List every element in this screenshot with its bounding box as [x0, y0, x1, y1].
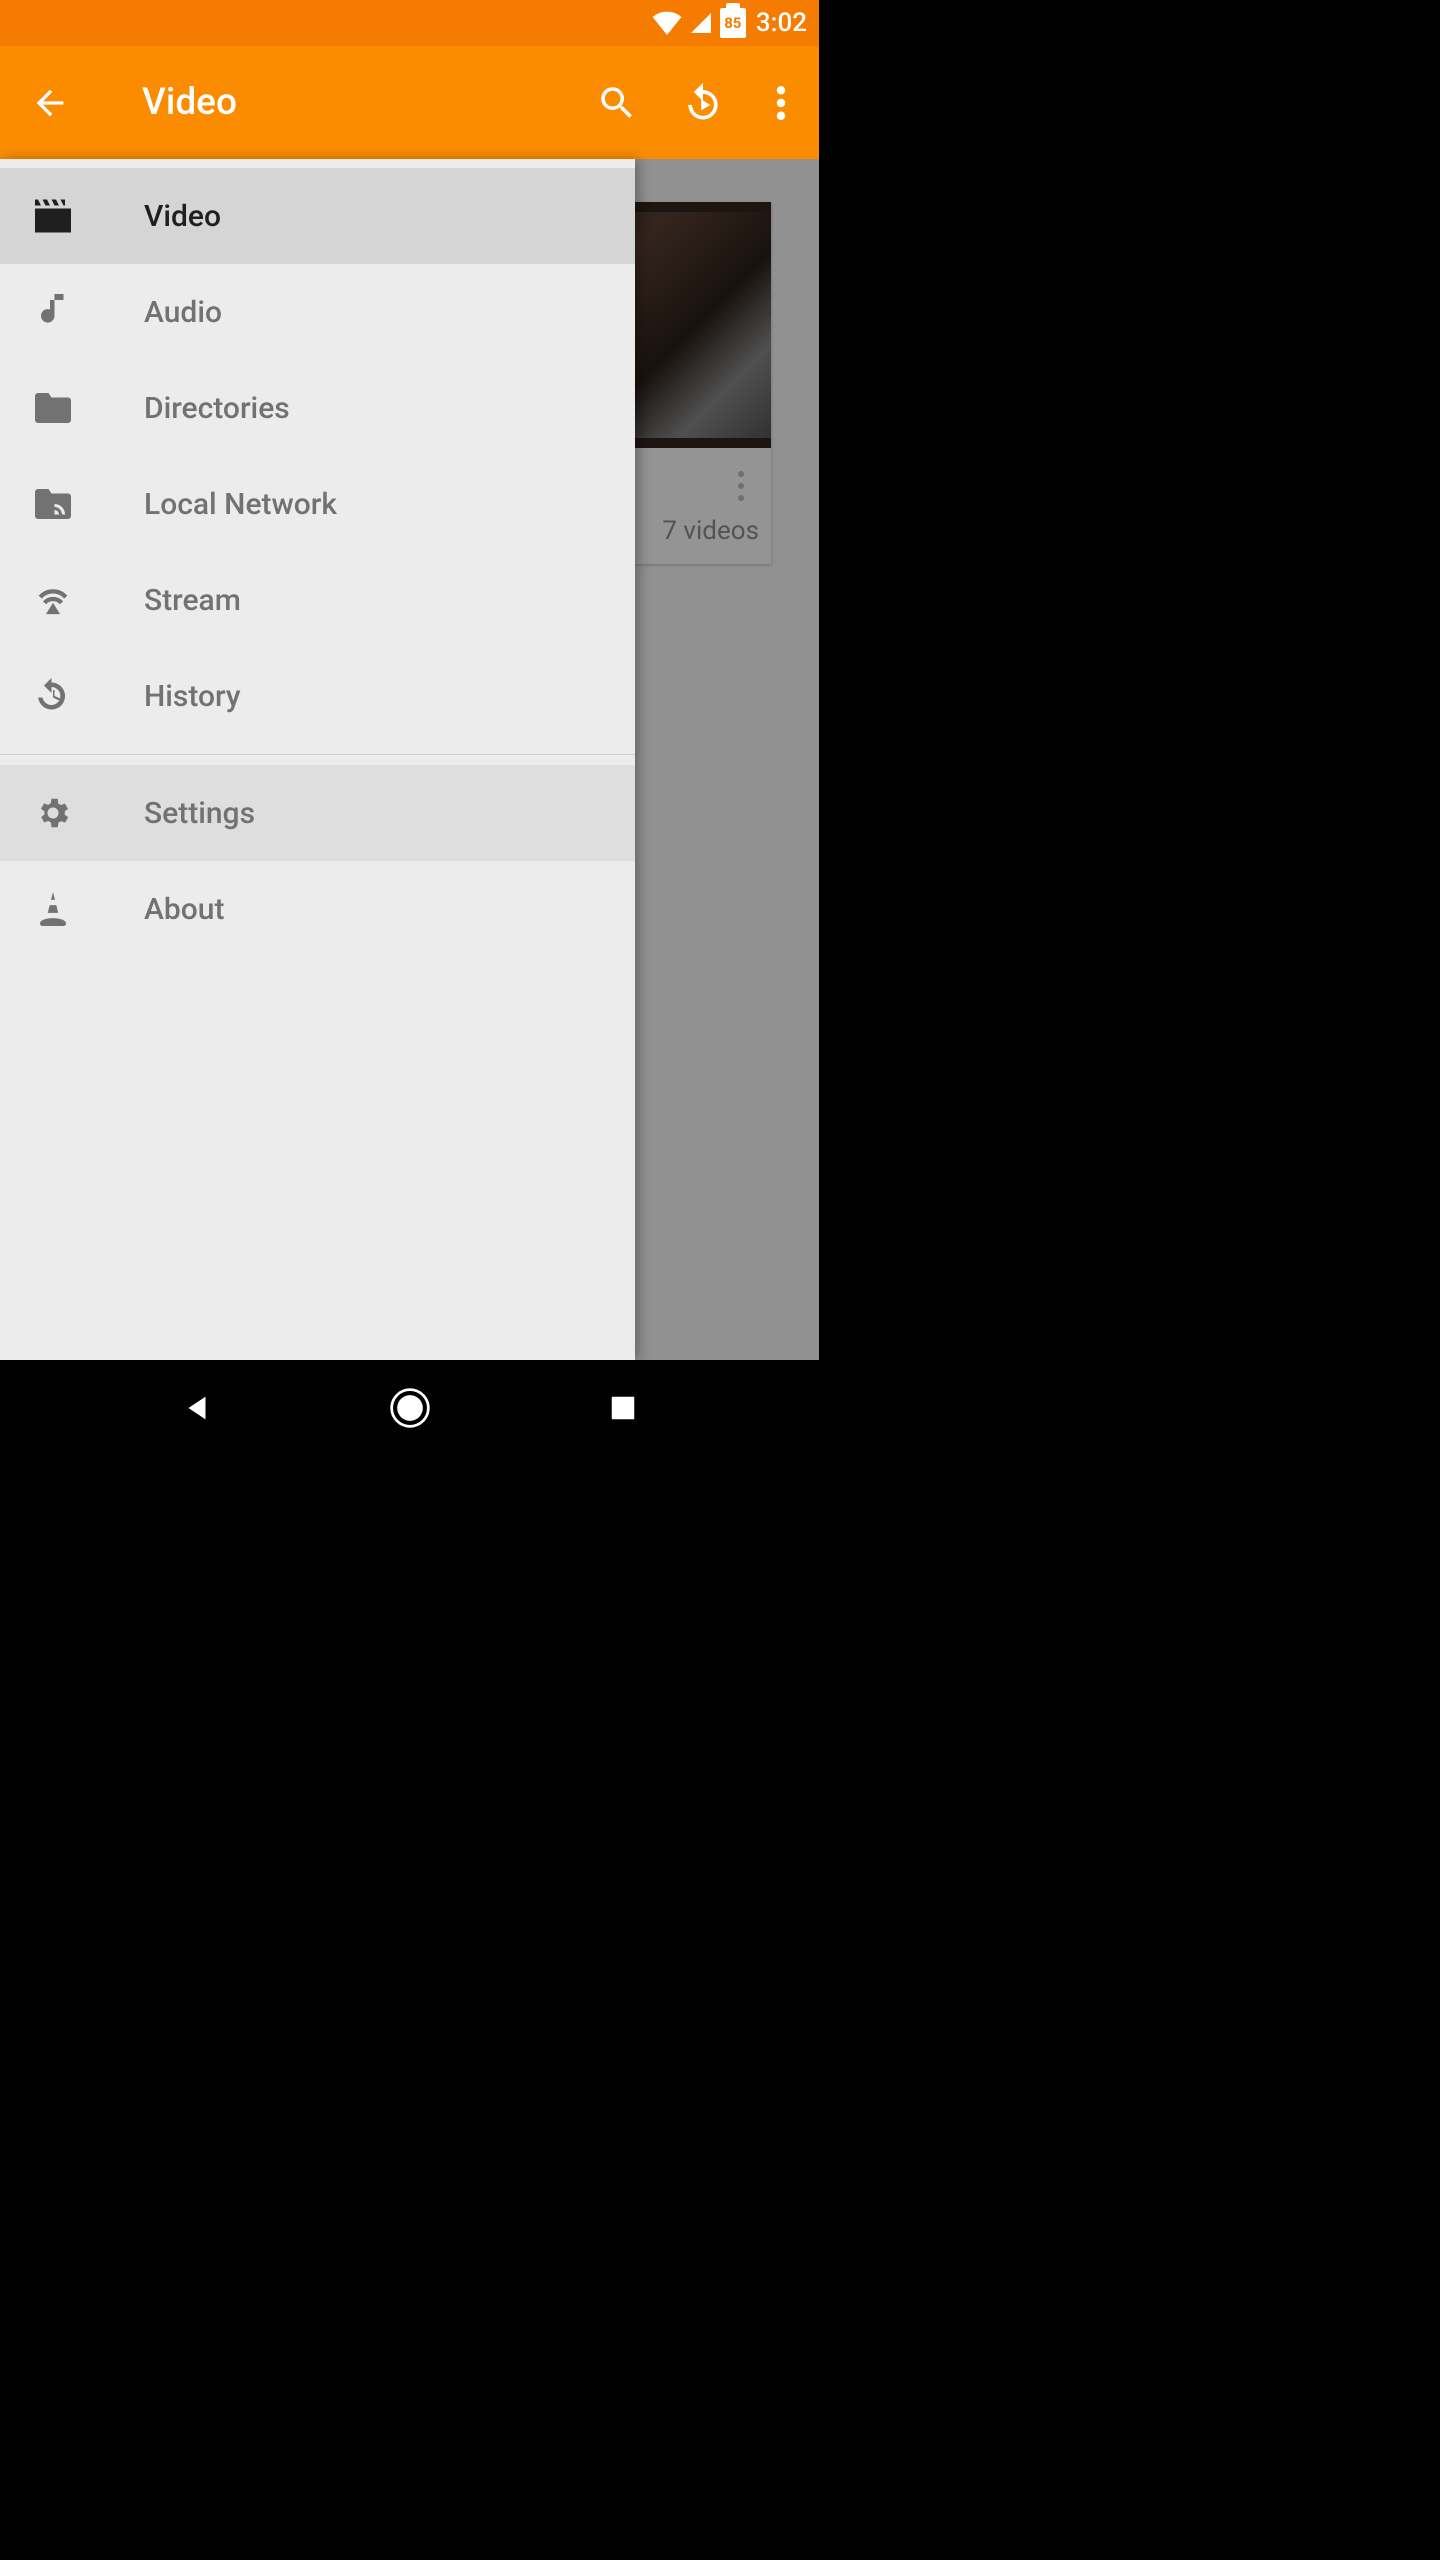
nav-item-history[interactable]: History: [0, 648, 635, 744]
search-button[interactable]: [589, 75, 645, 131]
nav-item-label: History: [144, 679, 241, 714]
wifi-icon: [652, 11, 682, 35]
nav-home[interactable]: [386, 1384, 434, 1432]
nav-back[interactable]: [173, 1384, 221, 1432]
nav-item-label: Settings: [144, 796, 255, 831]
settings-icon: [34, 794, 72, 832]
video-icon: [34, 197, 72, 235]
nav-item-about[interactable]: About: [0, 861, 635, 957]
nav-item-audio[interactable]: Audio: [0, 264, 635, 360]
nav-item-local-network[interactable]: Local Network: [0, 456, 635, 552]
battery-level: 85: [720, 8, 746, 38]
nav-item-settings[interactable]: Settings: [0, 765, 635, 861]
folder-icon: [34, 389, 72, 427]
nav-item-label: Local Network: [144, 487, 337, 522]
navigation-drawer: Video Audio Directories Local Network St: [0, 159, 635, 1360]
nav-item-stream[interactable]: Stream: [0, 552, 635, 648]
clock: 3:02: [756, 8, 807, 38]
nav-recent[interactable]: [599, 1384, 647, 1432]
network-icon: [34, 485, 72, 523]
about-icon: [34, 890, 72, 928]
signal-icon: [688, 11, 714, 35]
history-icon: [34, 677, 72, 715]
nav-item-label: About: [144, 892, 224, 927]
nav-item-directories[interactable]: Directories: [0, 360, 635, 456]
nav-item-video[interactable]: Video: [0, 168, 635, 264]
nav-item-label: Video: [144, 199, 221, 234]
nav-item-label: Stream: [144, 583, 241, 618]
back-button[interactable]: [22, 75, 78, 131]
stream-icon: [34, 581, 72, 619]
divider: [0, 754, 635, 755]
overflow-menu-button[interactable]: [761, 75, 801, 131]
last-playlist-button[interactable]: [675, 75, 731, 131]
nav-item-label: Audio: [144, 295, 222, 330]
status-bar: 85 3:02: [0, 0, 819, 46]
app-bar: Video: [0, 46, 819, 159]
page-title: Video: [142, 81, 589, 124]
battery-icon: 85: [720, 8, 746, 38]
system-nav-bar: [0, 1360, 819, 1456]
nav-item-label: Directories: [144, 391, 290, 426]
audio-icon: [34, 293, 72, 331]
